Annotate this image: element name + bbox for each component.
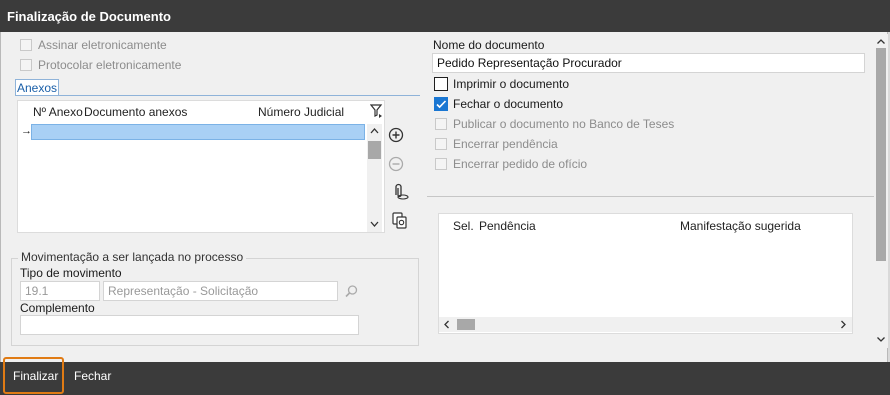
footer-bar [0, 362, 890, 395]
copy-documents-icon[interactable] [391, 211, 409, 229]
window-title: Finalização de Documento [0, 0, 890, 32]
right-panel-divider [427, 196, 886, 197]
dialog-scroll-thumb[interactable] [876, 48, 886, 261]
add-attachment-icon[interactable] [388, 127, 404, 143]
close-official-request-label: Encerrar pedido de ofício [453, 157, 588, 171]
print-document-label: Imprimir o documento [453, 77, 570, 91]
scroll-up-icon[interactable] [368, 125, 381, 137]
search-icon[interactable] [344, 284, 359, 299]
sign-checkbox-label: Assinar eletronicamente [38, 38, 167, 52]
col-header-sel[interactable]: Sel. [453, 219, 474, 233]
pendencies-hscrollbar[interactable] [439, 317, 852, 332]
scroll-down-icon[interactable] [368, 218, 381, 230]
close-pendency-label: Encerrar pendência [453, 137, 558, 151]
attachments-grid[interactable] [17, 100, 385, 233]
scroll-right-icon[interactable] [837, 319, 849, 330]
tab-anexos[interactable]: Anexos [15, 79, 59, 96]
movement-type-description-input[interactable]: Representação - Solicitação [103, 281, 338, 301]
col-header-numero-judicial[interactable]: Número Judicial [258, 105, 344, 119]
finalize-button-label: Finalizar [13, 369, 59, 383]
close-document-checkbox[interactable] [434, 97, 448, 111]
filter-icon[interactable] [369, 103, 384, 119]
complement-label: Complemento [20, 301, 95, 315]
sign-checkbox[interactable] [20, 39, 32, 51]
doc-name-label: Nome do documento [433, 38, 545, 52]
complement-input[interactable] [20, 315, 359, 335]
hscroll-thumb[interactable] [457, 319, 475, 330]
tab-underline [15, 95, 420, 96]
scroll-thumb[interactable] [368, 141, 381, 159]
scroll-left-icon[interactable] [441, 319, 453, 330]
publish-theses-checkbox[interactable] [435, 118, 447, 130]
checkmark-icon [436, 100, 447, 109]
movement-type-label: Tipo de movimento [20, 266, 122, 280]
col-header-num-anexo[interactable]: Nº Anexo [33, 105, 83, 119]
remove-attachment-icon[interactable] [388, 156, 404, 172]
movement-type-code-input[interactable]: 19.1 [20, 281, 100, 301]
col-header-manifestacao-sugerida[interactable]: Manifestação sugerida [680, 219, 801, 233]
publish-theses-label: Publicar o documento no Banco de Teses [453, 117, 675, 131]
protocol-checkbox-label: Protocolar eletronicamente [38, 58, 182, 72]
doc-name-input[interactable]: Pedido Representação Procurador [432, 53, 865, 73]
close-button[interactable]: Fechar [74, 362, 111, 390]
print-document-checkbox[interactable] [434, 77, 448, 91]
close-pendency-checkbox[interactable] [435, 138, 447, 150]
dialog-scroll-up-icon[interactable] [875, 36, 887, 47]
dialog-scroll-down-icon[interactable] [875, 334, 887, 345]
movement-group-legend: Movimentação a ser lançada no processo [18, 250, 247, 264]
finalize-button[interactable]: Finalizar [13, 362, 58, 390]
protocol-checkbox[interactable] [20, 59, 32, 71]
close-official-request-checkbox[interactable] [435, 158, 447, 170]
close-document-label: Fechar o documento [453, 97, 564, 111]
col-header-documento-anexos[interactable]: Documento anexos [84, 105, 187, 119]
close-button-label: Fechar [74, 369, 112, 383]
table-row-selected[interactable] [31, 124, 365, 140]
col-header-pendencia[interactable]: Pendência [479, 219, 536, 233]
attach-file-icon[interactable] [391, 183, 409, 201]
